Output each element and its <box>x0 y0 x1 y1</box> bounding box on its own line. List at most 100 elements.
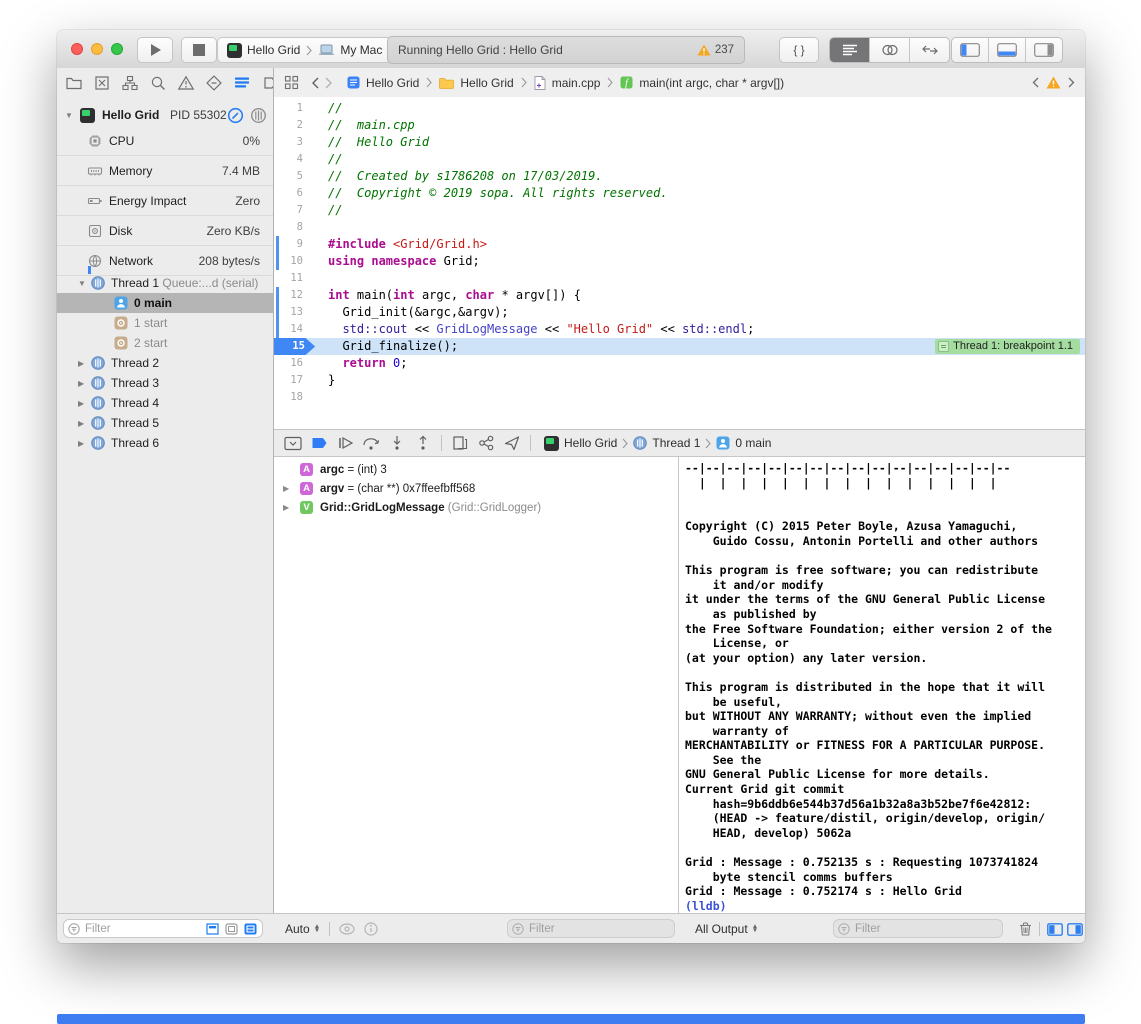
disclosure-triangle-icon[interactable]: ▼ <box>78 279 86 288</box>
project-navigator-icon[interactable] <box>63 72 85 94</box>
gauge-row-disk[interactable]: DiskZero KB/s <box>57 216 273 246</box>
variable-row[interactable]: ▶VGrid::GridLogMessage (Grid::GridLogger… <box>274 498 678 517</box>
navigator-panel-toggle[interactable] <box>952 38 989 62</box>
gauge-row-energy[interactable]: Energy ImpactZero <box>57 186 273 216</box>
variables-view[interactable]: Aargc = (int) 3▶Aargv = (char **) 0x7ffe… <box>274 457 678 913</box>
zoom-button[interactable] <box>111 43 123 55</box>
code-line-17[interactable]: 17} <box>274 372 1085 389</box>
filter-input[interactable] <box>853 922 998 936</box>
line-number[interactable]: 12 <box>274 287 316 304</box>
stop-button[interactable] <box>181 37 217 63</box>
thread-row[interactable]: ▶Thread 3 <box>57 373 273 393</box>
quick-look-icon[interactable] <box>339 922 355 936</box>
variable-row[interactable]: ▶Aargv = (char **) 0x7ffeefbff568 <box>274 479 678 498</box>
filter-input[interactable] <box>527 922 670 936</box>
code-line-8[interactable]: 8 <box>274 219 1085 236</box>
debug-area-panel-toggle[interactable] <box>989 38 1026 62</box>
minimize-button[interactable] <box>91 43 103 55</box>
breadcrumb-group[interactable]: Hello Grid <box>460 76 513 90</box>
issue-navigator-icon[interactable] <box>175 72 197 94</box>
variables-scope-selector[interactable]: Auto ▲▼ <box>285 919 320 939</box>
breakpoint-hit-badge[interactable]: Thread 1: breakpoint 1.1 <box>935 339 1080 354</box>
line-number[interactable]: 18 <box>274 389 316 406</box>
line-number[interactable]: 17 <box>274 372 316 389</box>
filter-running-toggle-icon[interactable] <box>204 922 220 936</box>
code-line-9[interactable]: 9#include <Grid/Grid.h> <box>274 236 1085 253</box>
line-number[interactable]: 2 <box>274 117 316 134</box>
code-line-4[interactable]: 4// <box>274 151 1085 168</box>
line-number[interactable]: 1 <box>274 100 316 117</box>
disclosure-triangle-icon[interactable]: ▶ <box>78 379 84 388</box>
breadcrumb-symbol[interactable]: main(int argc, char * argv[]) <box>639 76 784 90</box>
line-number[interactable]: 14 <box>274 321 316 338</box>
show-variables-view-toggle[interactable] <box>1047 922 1063 936</box>
standard-editor-button[interactable] <box>830 38 870 62</box>
warning-icon[interactable] <box>1046 76 1061 89</box>
line-number[interactable]: 8 <box>274 219 316 236</box>
code-line-14[interactable]: 14 std::cout << GridLogMessage << "Hello… <box>274 321 1085 338</box>
code-line-18[interactable]: 18 <box>274 389 1085 406</box>
back-button[interactable] <box>311 77 319 89</box>
code-line-11[interactable]: 11 <box>274 270 1085 287</box>
related-items-icon[interactable] <box>284 75 299 90</box>
threads-view-icon[interactable] <box>250 107 267 124</box>
code-line-15[interactable]: 15 Grid_finalize();Thread 1: breakpoint … <box>274 338 1085 355</box>
disclosure-triangle-icon[interactable]: ▶ <box>78 439 84 448</box>
gauge-row-memory[interactable]: Memory7.4 MB <box>57 156 273 186</box>
variable-row[interactable]: Aargc = (int) 3 <box>274 460 678 479</box>
code-line-5[interactable]: 5// Created by s1786208 on 17/03/2019. <box>274 168 1085 185</box>
view-hierarchy-button[interactable] <box>447 433 473 453</box>
forward-button[interactable] <box>325 77 333 89</box>
line-number[interactable]: 6 <box>274 185 316 202</box>
disclosure-triangle-icon[interactable]: ▶ <box>283 503 289 512</box>
step-into-button[interactable] <box>384 433 410 453</box>
thread-row[interactable]: ▼Thread 1 Queue:...d (serial) <box>57 273 273 293</box>
memory-graph-button[interactable] <box>473 433 499 453</box>
debug-crumb-frame[interactable]: 0 main <box>735 436 771 450</box>
code-line-10[interactable]: 10using namespace Grid; <box>274 253 1085 270</box>
filter-flagged-toggle-icon[interactable] <box>223 922 239 936</box>
disclosure-triangle-icon[interactable]: ▼ <box>65 111 73 120</box>
filter-input[interactable] <box>83 922 201 936</box>
source-editor[interactable]: 1//2// main.cpp3// Hello Grid4//5// Crea… <box>274 97 1085 429</box>
line-number[interactable]: 13 <box>274 304 316 321</box>
previous-issue-button[interactable] <box>1032 77 1039 88</box>
breakpoints-toggle-button[interactable] <box>306 433 332 453</box>
code-line-2[interactable]: 2// main.cpp <box>274 117 1085 134</box>
code-line-3[interactable]: 3// Hello Grid <box>274 134 1085 151</box>
debug-gauges-icon[interactable] <box>227 107 244 124</box>
stack-frame-row[interactable]: 0 main <box>57 293 273 313</box>
debug-crumb-thread[interactable]: Thread 1 <box>652 436 700 450</box>
next-issue-button[interactable] <box>1068 77 1075 88</box>
clear-console-icon[interactable] <box>1017 921 1033 935</box>
inspector-panel-toggle[interactable] <box>1026 38 1062 62</box>
filter-stack-toggle-icon[interactable] <box>242 922 258 936</box>
warning-count-badge[interactable]: 237 <box>697 44 744 56</box>
line-number[interactable]: 5 <box>274 168 316 185</box>
code-line-6[interactable]: 6// Copyright © 2019 sopa. All rights re… <box>274 185 1085 202</box>
thread-row[interactable]: ▶Thread 6 <box>57 433 273 453</box>
close-button[interactable] <box>71 43 83 55</box>
source-control-navigator-icon[interactable] <box>91 72 113 94</box>
disclosure-triangle-icon[interactable]: ▶ <box>283 484 289 493</box>
assistant-editor-button[interactable] <box>870 38 910 62</box>
code-line-12[interactable]: 12int main(int argc, char * argv[]) { <box>274 287 1085 304</box>
line-number[interactable]: 10 <box>274 253 316 270</box>
line-number[interactable]: 15 <box>274 338 316 355</box>
thread-row[interactable]: ▶Thread 4 <box>57 393 273 413</box>
line-number[interactable]: 3 <box>274 134 316 151</box>
process-row[interactable]: ▼ Hello Grid PID 55302 <box>57 104 273 126</box>
simulate-location-button[interactable] <box>499 433 525 453</box>
info-icon[interactable] <box>363 922 379 936</box>
thread-row[interactable]: ▶Thread 2 <box>57 353 273 373</box>
console-view[interactable]: --|--|--|--|--|--|--|--|--|--|--|--|--|-… <box>679 457 1085 913</box>
breadcrumb-project[interactable]: Hello Grid <box>366 76 419 90</box>
disclosure-triangle-icon[interactable]: ▶ <box>78 359 84 368</box>
code-line-7[interactable]: 7// <box>274 202 1085 219</box>
debug-crumb-process[interactable]: Hello Grid <box>564 436 617 450</box>
breadcrumb-file[interactable]: main.cpp <box>552 76 601 90</box>
step-out-button[interactable] <box>410 433 436 453</box>
thread-row[interactable]: ▶Thread 5 <box>57 413 273 433</box>
line-number[interactable]: 7 <box>274 202 316 219</box>
test-navigator-icon[interactable] <box>203 72 225 94</box>
